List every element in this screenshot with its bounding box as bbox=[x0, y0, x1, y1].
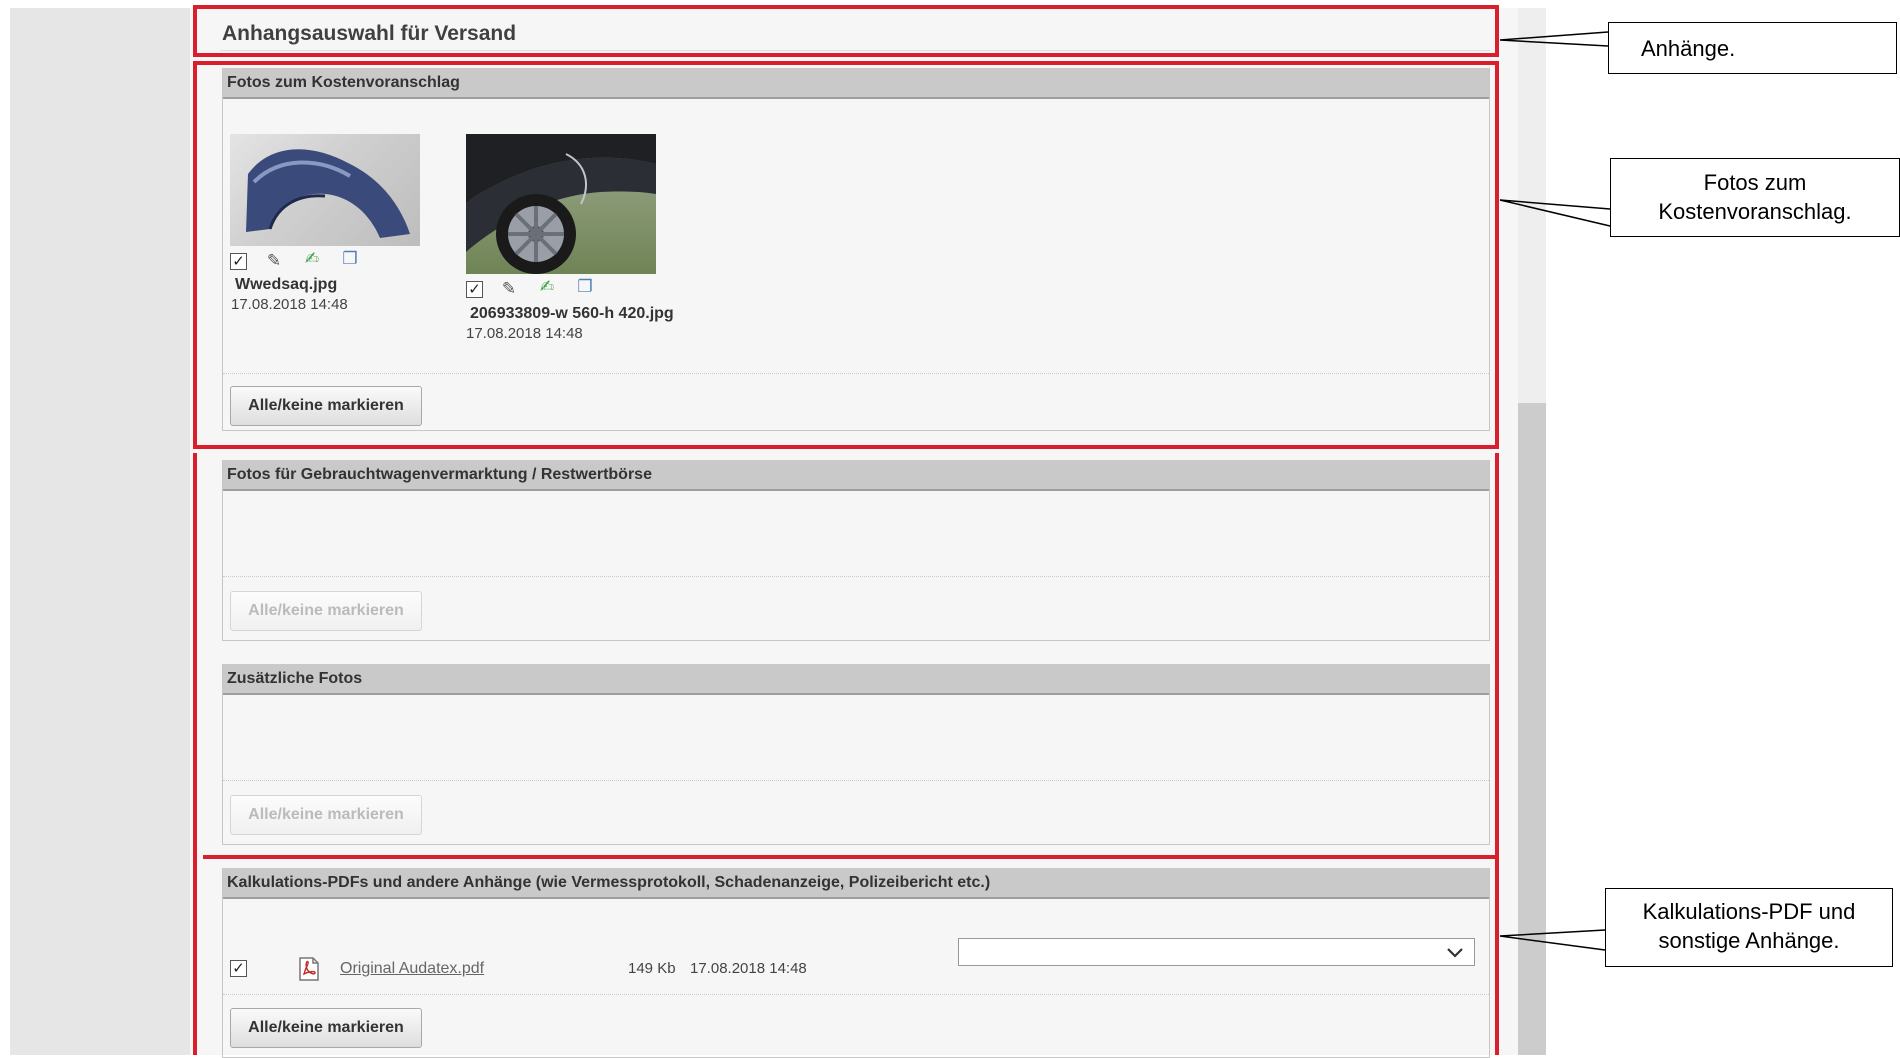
highlight-fotos-kostenvoranschlag bbox=[193, 61, 1499, 449]
highlight-kalk-left bbox=[193, 855, 197, 1055]
select-all-button[interactable]: Alle/keine markieren bbox=[230, 795, 422, 835]
pdf-checkbox[interactable]: ✓ bbox=[230, 960, 247, 977]
highlight-kalk-right bbox=[1495, 855, 1499, 1055]
highlight-middle-left bbox=[193, 453, 197, 855]
section-header: Zusätzliche Fotos bbox=[223, 664, 1489, 695]
callout-text-line2: Kostenvoranschlag. bbox=[1658, 199, 1852, 224]
section-header: Kalkulations-PDFs und andere Anhänge (wi… bbox=[223, 868, 1489, 899]
section-footer-divider bbox=[223, 994, 1489, 995]
section-footer-divider bbox=[223, 576, 1489, 577]
section-footer-divider bbox=[223, 780, 1489, 781]
section-header: Fotos für Gebrauchtwagenvermarktung / Re… bbox=[223, 460, 1489, 491]
scrollbar-thumb[interactable] bbox=[1518, 403, 1546, 1055]
highlight-kalk-top bbox=[203, 855, 1495, 859]
callout-kalkulations-pdf: Kalkulations-PDF und sonstige Anhänge. bbox=[1605, 888, 1893, 967]
callout-text-line1: Fotos zum bbox=[1703, 170, 1807, 195]
pdf-file-icon bbox=[299, 957, 319, 981]
section-kalkulations-pdfs: Kalkulations-PDFs und andere Anhänge (wi… bbox=[222, 868, 1490, 1058]
callout-text-line1: Kalkulations-PDF und bbox=[1642, 899, 1856, 924]
callout-text: Anhänge. bbox=[1641, 36, 1736, 61]
pdf-file-date: 17.08.2018 14:48 bbox=[690, 960, 807, 977]
callout-text-line2: sonstige Anhänge. bbox=[1658, 928, 1840, 953]
callout-anhaenge: Anhänge. bbox=[1608, 22, 1897, 74]
callout-fotos-kostenvoranschlag: Fotos zum Kostenvoranschlag. bbox=[1610, 158, 1900, 237]
section-fotos-gebrauchtwagen: Fotos für Gebrauchtwagenvermarktung / Re… bbox=[222, 460, 1490, 641]
pdf-file-link[interactable]: Original Audatex.pdf bbox=[340, 960, 484, 978]
select-all-button[interactable]: Alle/keine markieren bbox=[230, 591, 422, 631]
left-sidebar-background bbox=[10, 8, 190, 1055]
select-all-button[interactable]: Alle/keine markieren bbox=[230, 1008, 422, 1048]
pdf-type-select[interactable] bbox=[958, 938, 1475, 966]
section-zusaetzliche-fotos: Zusätzliche Fotos Alle/keine markieren bbox=[222, 664, 1490, 845]
pdf-file-size: 149 Kb bbox=[628, 960, 676, 977]
highlight-attachments bbox=[193, 5, 1499, 57]
chevron-down-icon bbox=[1447, 948, 1463, 958]
highlight-middle-right bbox=[1495, 453, 1499, 855]
